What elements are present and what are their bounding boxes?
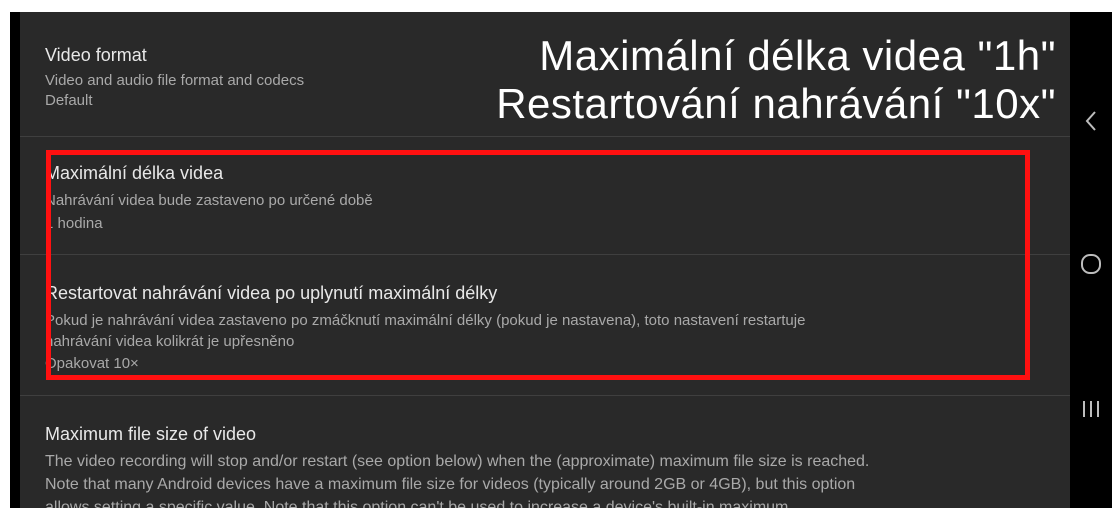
- device-screen: Video format Video and audio file format…: [10, 12, 1112, 508]
- annotation-line-2: Restartování nahrávání "10x": [496, 80, 1056, 127]
- recents-icon[interactable]: [1070, 398, 1112, 426]
- home-icon[interactable]: [1070, 252, 1112, 280]
- annotation-line-1: Maximální délka videa "1h": [539, 32, 1056, 79]
- setting-summary: allows setting a specific value. Note th…: [45, 499, 789, 508]
- setting-summary: The video recording will stop and/or res…: [45, 453, 870, 470]
- setting-summary: Video and audio file format and codecs: [45, 72, 305, 89]
- settings-list: Video format Video and audio file format…: [20, 12, 1070, 508]
- back-icon[interactable]: [1070, 110, 1112, 138]
- setting-title: Video format: [45, 45, 147, 65]
- setting-value: Default: [45, 92, 93, 109]
- highlight-box: [46, 150, 1030, 380]
- setting-summary: Note that many Android devices have a ma…: [45, 476, 856, 493]
- setting-max-file-size[interactable]: Maximum file size of video The video rec…: [20, 396, 1070, 508]
- setting-title: Maximum file size of video: [45, 424, 257, 444]
- navigation-bar: [1070, 12, 1112, 508]
